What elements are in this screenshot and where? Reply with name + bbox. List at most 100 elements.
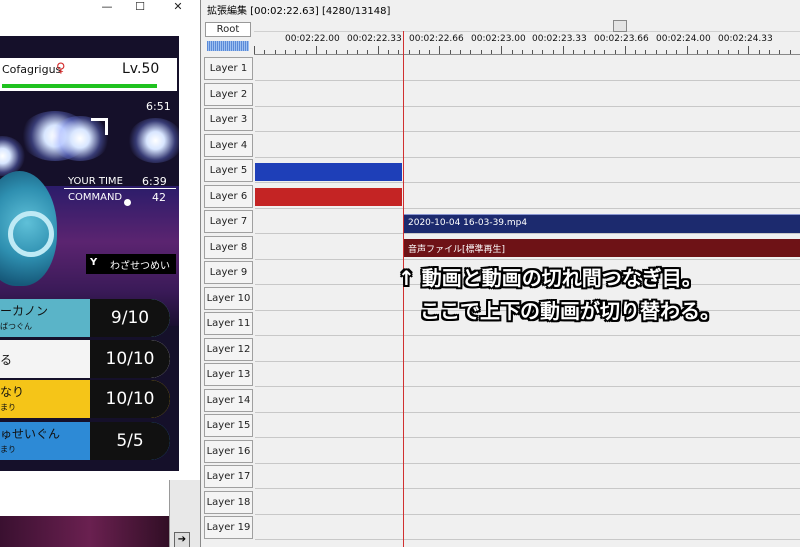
root-button[interactable]: Root — [205, 22, 251, 37]
ruler-tick — [614, 50, 616, 54]
layer-row: Layer 12 — [201, 336, 800, 362]
ruler-tick — [429, 50, 431, 54]
maximize-button[interactable]: ☐ — [125, 0, 155, 15]
ruler-tick — [449, 50, 451, 54]
ruler-tick — [274, 50, 276, 54]
ruler-tick — [789, 50, 791, 54]
layer-header-button[interactable]: Layer 19 — [204, 516, 253, 539]
layer-header-button[interactable]: Layer 11 — [204, 312, 253, 335]
layer-row: Layer 1 — [201, 56, 800, 81]
move-info-hint[interactable]: Y わざせつめい — [86, 254, 176, 274]
ruler-label: 00:02:22.00 — [285, 34, 340, 44]
layer-header-button[interactable]: Layer 6 — [204, 184, 253, 208]
layer-track[interactable] — [255, 489, 800, 515]
layer-track[interactable] — [255, 107, 800, 132]
layer-header-button[interactable]: Layer 5 — [204, 159, 253, 182]
layer-header-button[interactable]: Layer 3 — [204, 108, 253, 131]
layer-header-button[interactable]: Layer 16 — [204, 439, 253, 463]
layer-track[interactable] — [255, 56, 800, 81]
ruler-label: 00:02:23.66 — [594, 34, 649, 44]
zoom-slider[interactable] — [207, 41, 249, 51]
layer-track[interactable] — [255, 387, 800, 413]
close-button[interactable]: ✕ — [163, 0, 193, 15]
command-label: COMMAND — [68, 192, 123, 203]
layer-row: Layer 14 — [201, 387, 800, 413]
ruler-tick — [758, 50, 760, 54]
layer-track[interactable] — [255, 81, 800, 107]
layer-header-button[interactable]: Layer 4 — [204, 133, 253, 157]
ruler-tick — [326, 50, 328, 54]
battle-timer: 6:51 — [146, 100, 171, 113]
ruler-label: 00:02:23.33 — [532, 34, 587, 44]
bracket-decoration — [91, 118, 108, 135]
layer-track[interactable] — [255, 438, 800, 464]
layer-header-button[interactable]: Layer 9 — [204, 261, 253, 284]
ruler-tick — [542, 50, 544, 54]
resize-arrow-icon[interactable]: ➔ — [174, 532, 190, 547]
minimize-button[interactable]: — — [92, 0, 122, 15]
layer-header-button[interactable]: Layer 17 — [204, 465, 253, 488]
ruler-tick — [666, 50, 667, 54]
pokemon-name: Cofagrigus — [2, 63, 62, 76]
ruler-tick — [604, 50, 606, 54]
layer-track[interactable] — [255, 464, 800, 489]
ruler-label: 00:02:24.33 — [718, 34, 773, 44]
move-effectiveness: まり — [0, 403, 16, 412]
layer-header-button[interactable]: Layer 10 — [204, 286, 253, 310]
layer-track[interactable] — [255, 336, 800, 362]
layer-row: Layer 19 — [201, 515, 800, 540]
ruler-label: 00:02:24.00 — [656, 34, 711, 44]
move-slot-2[interactable]: る 10/10 — [0, 340, 170, 378]
layer-header-button[interactable]: Layer 12 — [204, 337, 253, 361]
ruler-tick — [707, 50, 709, 54]
preview-window: — ☐ ✕ Cofagrigus ♀ Lv.50 6:51 YOUR TIME … — [0, 0, 200, 547]
move-slot-1[interactable]: ーカノン ばつぐん 9/10 — [0, 299, 170, 337]
ruler-tick — [511, 50, 513, 54]
video-clip-layer7[interactable]: 2020-10-04 16-03-39.mp4 — [403, 214, 800, 233]
ruler-tick — [583, 50, 585, 54]
layer-header-button[interactable]: Layer 1 — [204, 57, 253, 80]
layer-track[interactable] — [255, 132, 800, 158]
ruler-label: 00:02:22.33 — [347, 34, 402, 44]
time-ruler[interactable]: 00:02:22.00 00:02:22.33 00:02:22.66 00:0… — [254, 31, 800, 55]
ruler-tick — [769, 50, 770, 54]
layer-header-button[interactable]: Layer 8 — [204, 235, 253, 259]
ruler-label: 00:02:23.00 — [471, 34, 526, 44]
ruler-tick — [501, 46, 503, 54]
layer-track[interactable] — [255, 362, 800, 387]
pokemon-level: Lv.50 — [122, 61, 160, 77]
video-clip-layer5[interactable] — [255, 163, 402, 181]
audio-clip-layer8[interactable]: 音声ファイル[標準再生] — [403, 239, 800, 257]
move-slot-3[interactable]: なり まり 10/10 — [0, 380, 170, 418]
ruler-tick — [398, 50, 400, 54]
ruler-tick — [377, 46, 379, 54]
layer-header-button[interactable]: Layer 2 — [204, 82, 253, 106]
ruler-tick — [573, 50, 575, 54]
ruler-tick — [315, 46, 317, 54]
layer-header-button[interactable]: Layer 15 — [204, 414, 253, 437]
horizontal-scrollbar[interactable] — [254, 17, 800, 32]
layer-row: Layer 13 — [201, 362, 800, 387]
move-slot-4[interactable]: ゅせいぐん まり 5/5 — [0, 422, 170, 460]
ruler-tick — [387, 50, 389, 54]
layer-header-button[interactable]: Layer 13 — [204, 363, 253, 386]
layer-header-button[interactable]: Layer 7 — [204, 210, 253, 233]
ruler-tick — [593, 50, 595, 54]
layer-track[interactable] — [255, 413, 800, 438]
ruler-tick — [655, 50, 657, 54]
ruler-tick — [284, 50, 286, 54]
layer-header-button[interactable]: Layer 18 — [204, 490, 253, 514]
layer-track[interactable] — [255, 515, 800, 540]
game-bottom-band — [0, 516, 179, 547]
ruler-tick — [563, 46, 564, 54]
layer-header-button[interactable]: Layer 14 — [204, 388, 253, 412]
ruler-tick — [552, 50, 554, 54]
editor-title: 拡張編集 [00:02:22.63] [4280/13148] — [207, 6, 391, 17]
ruler-tick — [480, 50, 482, 54]
move-info-label: わざせつめい — [110, 261, 170, 272]
annotation-line-1: ↑ 動画と動画の切れ間つなぎ目。 — [398, 266, 702, 290]
hp-bar — [2, 84, 157, 88]
move-name: ーカノン — [0, 304, 49, 318]
move-pp: 9/10 — [90, 299, 170, 337]
audio-clip-layer6[interactable] — [255, 188, 402, 206]
